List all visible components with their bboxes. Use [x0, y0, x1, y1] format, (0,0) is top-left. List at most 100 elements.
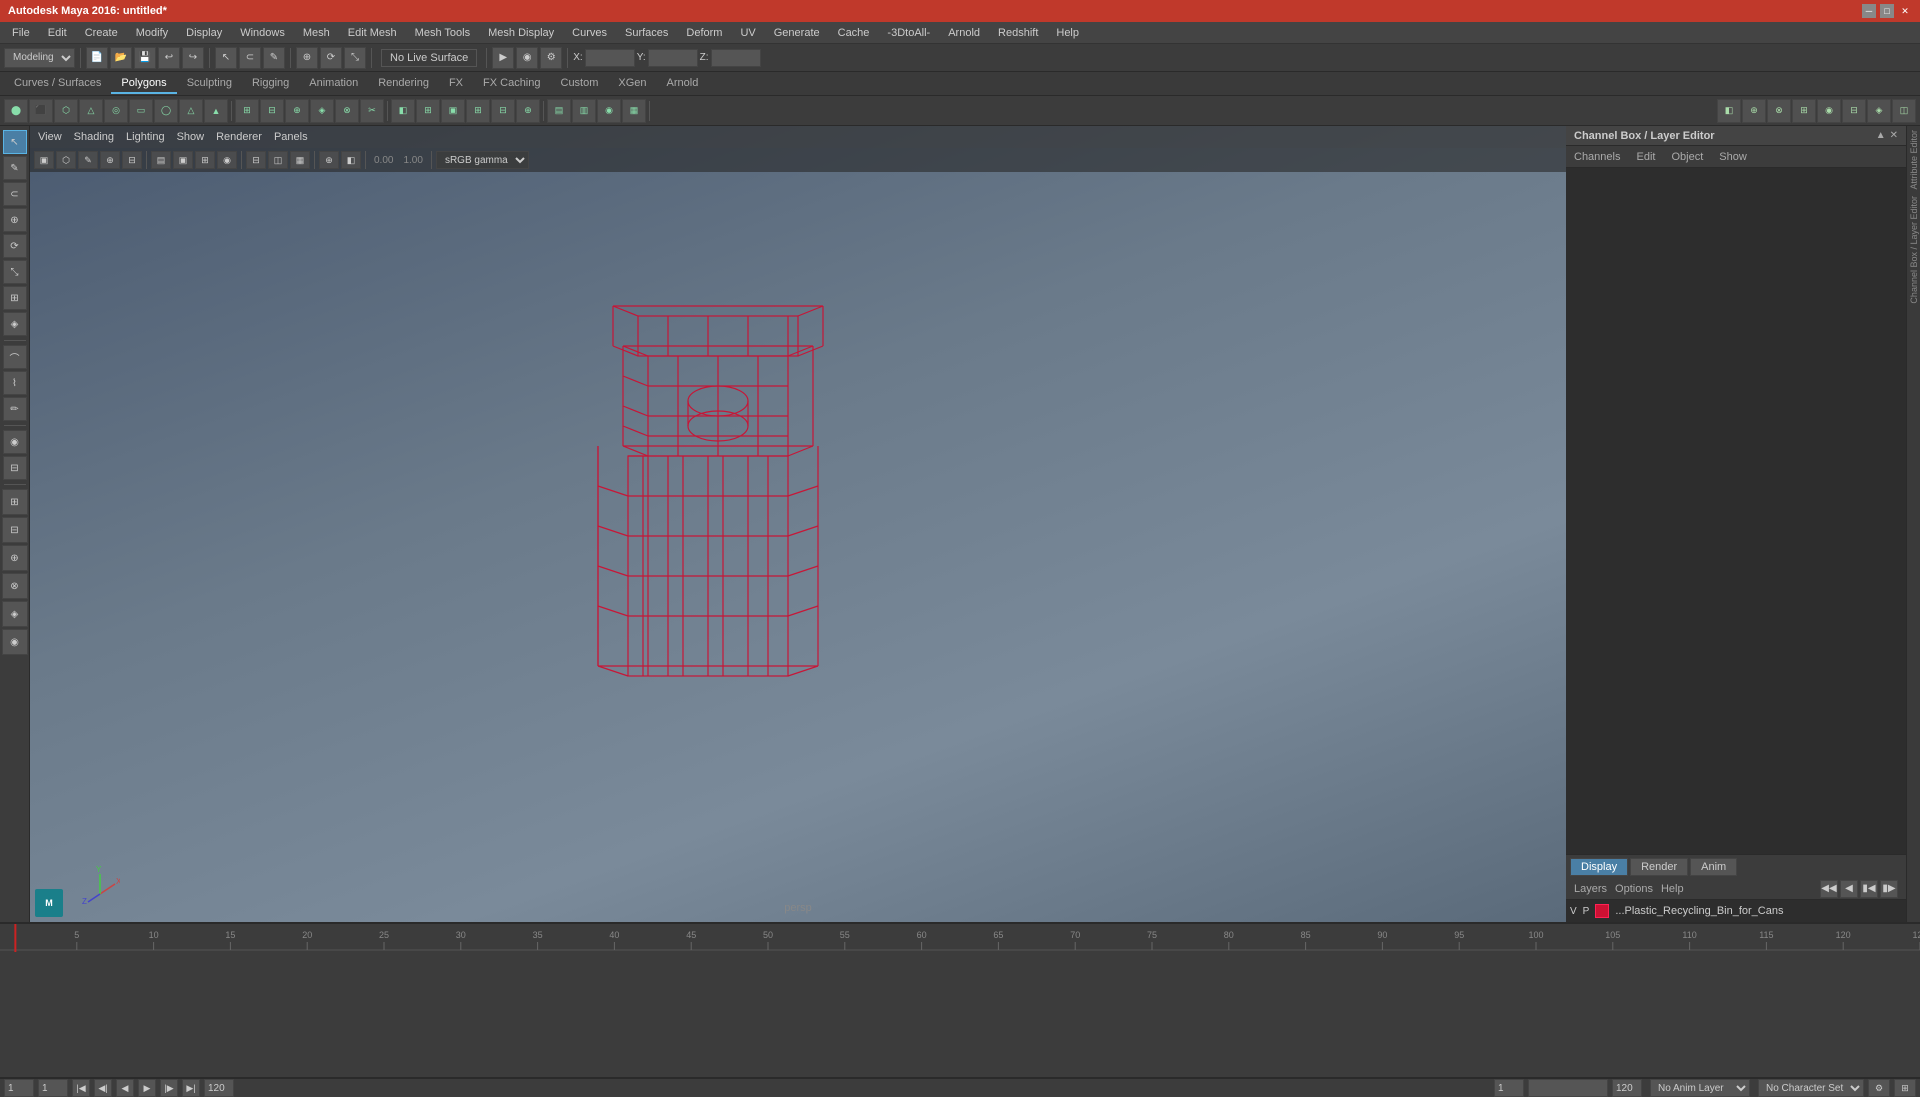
step-back-btn[interactable]: ◀|	[94, 1079, 112, 1097]
tab-xgen[interactable]: XGen	[608, 74, 656, 94]
timeline-ruler[interactable]: 5 10 15 20 25 30 35 40	[0, 924, 1920, 1078]
dp-tab-display[interactable]: Display	[1570, 858, 1628, 876]
shelf-split[interactable]: ✂	[360, 99, 384, 123]
dp-tab-render[interactable]: Render	[1630, 858, 1688, 876]
rotate-tool-btn[interactable]: ⟳	[3, 234, 27, 258]
vp-resolution-btn[interactable]: ▦	[290, 151, 310, 169]
menu-cache[interactable]: Cache	[830, 25, 878, 41]
shelf-xray[interactable]: ⊗	[1767, 99, 1791, 123]
scale-tool-btn[interactable]: ⤡	[3, 260, 27, 284]
start-frame-input[interactable]	[4, 1079, 34, 1097]
range-start-input[interactable]	[1494, 1079, 1524, 1097]
tab-rigging[interactable]: Rigging	[242, 74, 299, 94]
menu-edit-mesh[interactable]: Edit Mesh	[340, 25, 405, 41]
vp-menu-lighting[interactable]: Lighting	[126, 131, 165, 143]
pencil-curve[interactable]: ✏	[3, 397, 27, 421]
tab-curves-surfaces[interactable]: Curves / Surfaces	[4, 74, 111, 94]
rotate-tool[interactable]: ⟳	[320, 47, 342, 69]
range-end-input[interactable]	[1612, 1079, 1642, 1097]
ep-curve[interactable]: ⌇	[3, 371, 27, 395]
vp-tb-btn1[interactable]: ▣	[34, 151, 54, 169]
left-panel-2[interactable]: ⊟	[2, 517, 28, 543]
range-slider[interactable]	[1528, 1079, 1608, 1097]
tab-sculpting[interactable]: Sculpting	[177, 74, 242, 94]
redo-button[interactable]: ↪	[182, 47, 204, 69]
ipr-button[interactable]: ◉	[516, 47, 538, 69]
soft-mod-tool[interactable]: ◈	[3, 312, 27, 336]
gamma-selector[interactable]: sRGB gamma	[436, 151, 529, 169]
dp-sub-options[interactable]: Options	[1615, 883, 1653, 895]
tab-custom[interactable]: Custom	[551, 74, 609, 94]
vp-menu-view[interactable]: View	[38, 131, 62, 143]
character-set-dropdown[interactable]: No Character Set	[1758, 1079, 1864, 1097]
move-tool[interactable]: ⊕	[296, 47, 318, 69]
shelf-disk[interactable]: ◯	[154, 99, 178, 123]
play-back-btn[interactable]: ◀	[116, 1079, 134, 1097]
step-forward-btn[interactable]: |▶	[160, 1079, 178, 1097]
vp-lighting-btn[interactable]: ◉	[217, 151, 237, 169]
menu-3dto-all[interactable]: -3DtoAll-	[879, 25, 938, 41]
tab-fx-caching[interactable]: FX Caching	[473, 74, 550, 94]
menu-redshift[interactable]: Redshift	[990, 25, 1046, 41]
shelf-solid[interactable]: ◉	[1817, 99, 1841, 123]
render-button[interactable]: ▶	[492, 47, 514, 69]
vp-menu-shading[interactable]: Shading	[74, 131, 114, 143]
menu-file[interactable]: File	[4, 25, 38, 41]
shelf-uv[interactable]: ◈	[1867, 99, 1891, 123]
shelf-append[interactable]: ⊕	[285, 99, 309, 123]
maximize-button[interactable]: □	[1880, 4, 1894, 18]
shelf-fill-hole[interactable]: ◈	[310, 99, 334, 123]
go-to-end-btn[interactable]: ▶|	[182, 1079, 200, 1097]
move-tool-btn[interactable]: ⊕	[3, 208, 27, 232]
z-input[interactable]	[711, 49, 761, 67]
vp-menu-panels[interactable]: Panels	[274, 131, 308, 143]
x-input[interactable]	[585, 49, 635, 67]
menu-create[interactable]: Create	[77, 25, 126, 41]
new-scene-button[interactable]: 📄	[86, 47, 108, 69]
vp-textured-btn[interactable]: ⊞	[195, 151, 215, 169]
shelf-cylinder[interactable]: ⬡	[54, 99, 78, 123]
shelf-insert-loop[interactable]: ⊞	[466, 99, 490, 123]
vp-tb-btn4[interactable]: ⊕	[100, 151, 120, 169]
tab-animation[interactable]: Animation	[299, 74, 368, 94]
anim-options-btn[interactable]: ⚙	[1868, 1079, 1890, 1097]
save-scene-button[interactable]: 💾	[134, 47, 156, 69]
channel-box-expand[interactable]: ▲	[1876, 130, 1886, 141]
lasso-tool[interactable]: ⊂	[239, 47, 261, 69]
shelf-reduce[interactable]: ▦	[622, 99, 646, 123]
shelf-loop[interactable]: ⊞	[416, 99, 440, 123]
shelf-wire[interactable]: ⊞	[1792, 99, 1816, 123]
shelf-prism[interactable]: △	[179, 99, 203, 123]
vp-tb-btn2[interactable]: ⬡	[56, 151, 76, 169]
tab-rendering[interactable]: Rendering	[368, 74, 439, 94]
shelf-pyramid[interactable]: ▲	[204, 99, 228, 123]
anim-settings-btn[interactable]: ⊞	[1894, 1079, 1916, 1097]
cb-tab-show[interactable]: Show	[1715, 149, 1751, 165]
menu-generate[interactable]: Generate	[766, 25, 828, 41]
mode-selector[interactable]: Modeling	[4, 48, 75, 68]
left-panel-6[interactable]: ◉	[2, 629, 28, 655]
menu-arnold[interactable]: Arnold	[940, 25, 988, 41]
tab-arnold[interactable]: Arnold	[657, 74, 709, 94]
dp-sub-layers[interactable]: Layers	[1574, 883, 1607, 895]
play-forward-btn[interactable]: ▶	[138, 1079, 156, 1097]
dp-tab-anim[interactable]: Anim	[1690, 858, 1737, 876]
menu-surfaces[interactable]: Surfaces	[617, 25, 676, 41]
viewport[interactable]: View Shading Lighting Show Renderer Pane…	[30, 126, 1566, 922]
layer-step-fwd-btn[interactable]: ▮▶	[1880, 880, 1898, 898]
select-tool-btn[interactable]: ↖	[3, 130, 27, 154]
paint-select-btn[interactable]: ✎	[3, 156, 27, 180]
go-to-start-btn[interactable]: |◀	[72, 1079, 90, 1097]
shelf-grid[interactable]: ⊟	[1842, 99, 1866, 123]
dp-sub-help[interactable]: Help	[1661, 883, 1684, 895]
vp-wireframe-btn[interactable]: ▤	[151, 151, 171, 169]
menu-mesh[interactable]: Mesh	[295, 25, 338, 41]
select-tool[interactable]: ↖	[215, 47, 237, 69]
vp-tb-btn3[interactable]: ✎	[78, 151, 98, 169]
left-panel-4[interactable]: ⊗	[2, 573, 28, 599]
layer-first-btn[interactable]: ◀◀	[1820, 880, 1838, 898]
menu-modify[interactable]: Modify	[128, 25, 176, 41]
menu-windows[interactable]: Windows	[232, 25, 293, 41]
vp-grid-btn[interactable]: ⊟	[246, 151, 266, 169]
layer-step-back-btn[interactable]: ▮◀	[1860, 880, 1878, 898]
